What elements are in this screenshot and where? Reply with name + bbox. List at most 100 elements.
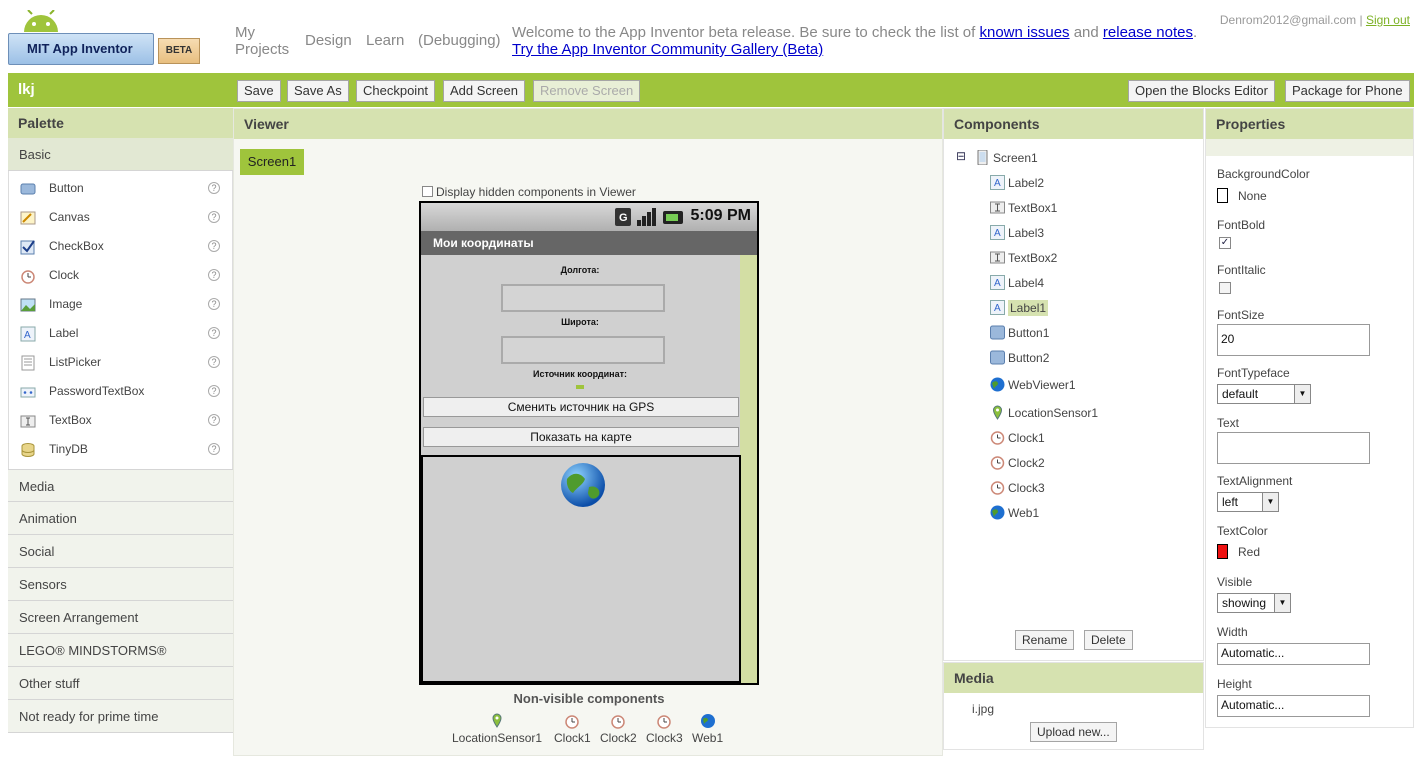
save-as-button[interactable]: Save As: [287, 80, 349, 102]
text-color-value[interactable]: Red: [1238, 545, 1260, 559]
open-blocks-editor-button[interactable]: Open the Blocks Editor: [1128, 80, 1275, 102]
palette-category-screen-arrangement[interactable]: Screen Arrangement: [8, 601, 233, 634]
selected-label-marker[interactable]: [576, 385, 584, 389]
dropdown-arrow-icon[interactable]: ▼: [1262, 493, 1278, 511]
gallery-link[interactable]: Try the App Inventor Community Gallery (…: [512, 41, 823, 58]
font-size-input[interactable]: 20: [1217, 324, 1370, 356]
known-issues-link[interactable]: known issues: [980, 24, 1070, 41]
tree-item-button2[interactable]: Button2: [990, 348, 1049, 368]
tree-collapse-icon[interactable]: ⊟: [956, 149, 966, 163]
nonvisible-clock2[interactable]: Clock2: [600, 713, 637, 745]
tree-item-button1[interactable]: Button1: [990, 323, 1049, 343]
palette-item-passwordtextbox[interactable]: PasswordTextBox ?: [9, 377, 232, 406]
help-icon[interactable]: ?: [208, 327, 220, 339]
longitude-textbox[interactable]: [501, 284, 665, 312]
tree-item-clock2[interactable]: Clock2: [990, 453, 1045, 473]
app-inventor-logo[interactable]: MIT App Inventor BETA: [8, 8, 200, 72]
help-icon[interactable]: ?: [208, 443, 220, 455]
dropdown-arrow-icon[interactable]: ▼: [1294, 385, 1310, 403]
palette-item-image[interactable]: Image ?: [9, 290, 232, 319]
package-for-phone-button[interactable]: Package for Phone: [1285, 80, 1410, 102]
palette-category-not-ready[interactable]: Not ready for prime time: [8, 700, 233, 733]
font-typeface-select[interactable]: default ▼: [1217, 384, 1311, 404]
save-button[interactable]: Save: [237, 80, 281, 102]
palette-item-label[interactable]: A Label ?: [9, 319, 232, 348]
help-icon[interactable]: ?: [208, 385, 220, 397]
text-input[interactable]: [1217, 432, 1370, 464]
add-screen-button[interactable]: Add Screen: [443, 80, 525, 102]
screen-tab[interactable]: Screen1: [240, 149, 304, 175]
palette-item-tinydb[interactable]: TinyDB ?: [9, 435, 232, 464]
source-label[interactable]: Источник координат:: [421, 369, 739, 379]
tree-item-label1[interactable]: A Label1: [990, 298, 1049, 318]
longitude-label[interactable]: Долгота:: [421, 265, 739, 275]
tree-item-screen1[interactable]: Screen1: [975, 148, 1038, 168]
palette-category-lego-mindstorms[interactable]: LEGO® MINDSTORMS®: [8, 634, 233, 667]
font-bold-checkbox[interactable]: ✓: [1219, 237, 1231, 249]
help-icon[interactable]: ?: [208, 298, 220, 310]
visible-select[interactable]: showing ▼: [1217, 593, 1291, 613]
palette-item-button[interactable]: Button ?: [9, 174, 232, 203]
palette-item-canvas[interactable]: Canvas ?: [9, 203, 232, 232]
help-icon[interactable]: ?: [208, 414, 220, 426]
tree-item-web1[interactable]: Web1: [990, 503, 1039, 523]
media-file[interactable]: i.jpg: [972, 702, 994, 716]
nonvisible-location-sensor[interactable]: LocationSensor1: [452, 713, 542, 745]
width-input[interactable]: Automatic...: [1217, 643, 1370, 665]
background-color-value[interactable]: None: [1238, 189, 1267, 203]
tree-item-webviewer1[interactable]: WebViewer1: [990, 375, 1076, 395]
help-icon[interactable]: ?: [208, 269, 220, 281]
nonvisible-label: Clock2: [600, 731, 637, 745]
palette-item-listpicker[interactable]: ListPicker ?: [9, 348, 232, 377]
palette-item-clock[interactable]: Clock ?: [9, 261, 232, 290]
height-input[interactable]: Automatic...: [1217, 695, 1370, 717]
palette-category-media[interactable]: Media: [8, 469, 233, 502]
upload-new-button[interactable]: Upload new...: [1030, 722, 1117, 742]
checkpoint-button[interactable]: Checkpoint: [356, 80, 436, 102]
tree-item-label4[interactable]: A Label4: [990, 273, 1044, 293]
background-color-swatch[interactable]: [1217, 188, 1228, 203]
nav-debugging[interactable]: (Debugging): [418, 32, 501, 49]
text-color-swatch[interactable]: [1217, 544, 1228, 559]
nonvisible-clock1[interactable]: Clock1: [554, 713, 591, 745]
tree-item-clock3[interactable]: Clock3: [990, 478, 1045, 498]
tree-item-label2[interactable]: A Label2: [990, 173, 1044, 193]
show-map-button[interactable]: Показать на карте: [423, 427, 739, 447]
font-italic-checkbox[interactable]: [1219, 282, 1231, 294]
sign-out-link[interactable]: Sign out: [1366, 13, 1410, 27]
nonvisible-clock3[interactable]: Clock3: [646, 713, 683, 745]
display-hidden-checkbox[interactable]: [422, 186, 433, 197]
tree-item-textbox1[interactable]: TextBox1: [990, 198, 1057, 218]
release-notes-link[interactable]: release notes: [1103, 24, 1193, 41]
help-icon[interactable]: ?: [208, 211, 220, 223]
tree-item-textbox2[interactable]: TextBox2: [990, 248, 1057, 268]
phone-scrollbar[interactable]: [740, 255, 757, 683]
webviewer-preview[interactable]: [421, 455, 741, 683]
palette-item-checkbox[interactable]: CheckBox ?: [9, 232, 232, 261]
delete-button[interactable]: Delete: [1084, 630, 1133, 650]
palette-category-basic[interactable]: Basic: [8, 138, 233, 171]
text-alignment-select[interactable]: left ▼: [1217, 492, 1279, 512]
nav-my-projects[interactable]: My Projects: [235, 24, 295, 58]
display-hidden-toggle[interactable]: Display hidden components in Viewer: [422, 185, 636, 199]
nonvisible-web1[interactable]: Web1: [692, 713, 723, 745]
nav-design[interactable]: Design: [305, 32, 352, 49]
nav-learn[interactable]: Learn: [366, 32, 404, 49]
remove-screen-button[interactable]: Remove Screen: [533, 80, 641, 102]
tree-item-label3[interactable]: A Label3: [990, 223, 1044, 243]
tree-item-locationsensor1[interactable]: LocationSensor1: [990, 403, 1098, 423]
dropdown-arrow-icon[interactable]: ▼: [1274, 594, 1290, 612]
help-icon[interactable]: ?: [208, 356, 220, 368]
rename-button[interactable]: Rename: [1015, 630, 1075, 650]
tree-item-clock1[interactable]: Clock1: [990, 428, 1045, 448]
gps-source-button[interactable]: Сменить источник на GPS: [423, 397, 739, 417]
latitude-label[interactable]: Широта:: [421, 317, 739, 327]
palette-category-other-stuff[interactable]: Other stuff: [8, 667, 233, 700]
help-icon[interactable]: ?: [208, 182, 220, 194]
latitude-textbox[interactable]: [501, 336, 665, 364]
palette-item-textbox[interactable]: TextBox ?: [9, 406, 232, 435]
palette-category-social[interactable]: Social: [8, 535, 233, 568]
help-icon[interactable]: ?: [208, 240, 220, 252]
palette-category-animation[interactable]: Animation: [8, 502, 233, 535]
palette-category-sensors[interactable]: Sensors: [8, 568, 233, 601]
